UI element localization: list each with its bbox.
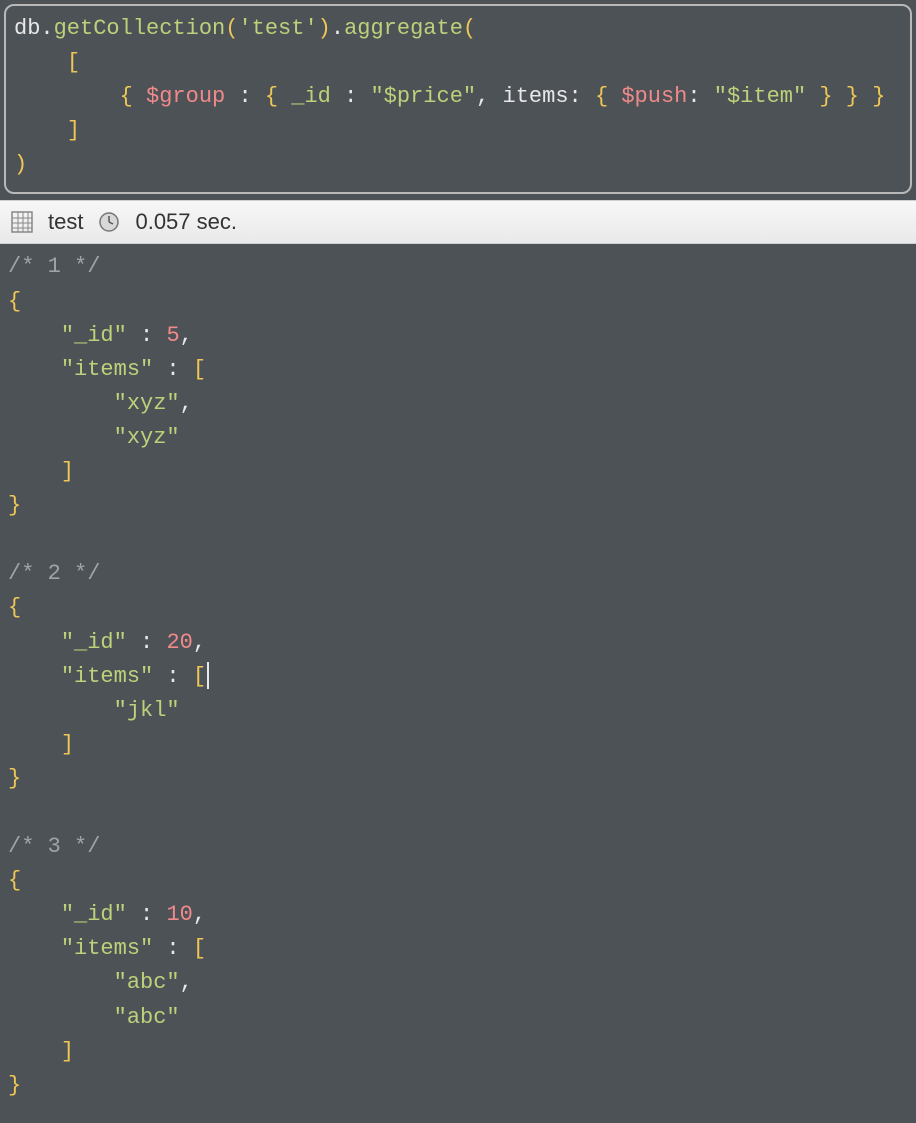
code-token: . xyxy=(331,16,344,41)
code-token: ) xyxy=(14,152,27,177)
code-token: } xyxy=(872,84,885,109)
bracket-open: [ xyxy=(193,357,206,382)
status-bar: test 0.057 sec. xyxy=(0,200,916,244)
brace-close: } xyxy=(8,493,21,518)
code-token xyxy=(278,84,291,109)
code-token xyxy=(701,84,714,109)
result-comment: /* 3 */ xyxy=(8,834,100,859)
result-key: "items" xyxy=(61,936,153,961)
code-token: : xyxy=(238,84,251,109)
code-token xyxy=(806,84,819,109)
result-key: "_id" xyxy=(61,902,127,927)
result-key: "_id" xyxy=(61,630,127,655)
clock-icon xyxy=(97,210,121,234)
code-token: : xyxy=(687,84,700,109)
code-token xyxy=(252,84,265,109)
collection-name: test xyxy=(48,209,83,235)
code-token: { xyxy=(265,84,278,109)
code-token xyxy=(582,84,595,109)
code-token xyxy=(859,84,872,109)
code-token: { xyxy=(120,84,133,109)
bracket-close: ] xyxy=(61,459,74,484)
code-token xyxy=(14,118,67,143)
code-token xyxy=(133,84,146,109)
result-item-value: "xyz" xyxy=(114,391,180,416)
code-token: 'test' xyxy=(238,16,317,41)
result-id-value: 5 xyxy=(166,323,179,348)
code-token xyxy=(833,84,846,109)
code-token: items xyxy=(503,84,569,109)
result-comment: /* 1 */ xyxy=(8,254,100,279)
code-token xyxy=(608,84,621,109)
code-token: { xyxy=(595,84,608,109)
code-token xyxy=(14,50,67,75)
brace-close: } xyxy=(8,766,21,791)
code-token xyxy=(331,84,344,109)
bracket-close: ] xyxy=(61,732,74,757)
query-editor[interactable]: db.getCollection('test').aggregate( [ { … xyxy=(4,4,912,194)
code-token: _id xyxy=(291,84,331,109)
bracket-close: ] xyxy=(61,1039,74,1064)
code-token: aggregate xyxy=(344,16,463,41)
brace-close: } xyxy=(8,1073,21,1098)
code-token: , xyxy=(476,84,489,109)
code-token xyxy=(14,84,120,109)
results-pane[interactable]: /* 1 */ { "_id" : 5, "items" : [ "xyz", … xyxy=(0,244,916,1122)
text-cursor xyxy=(207,662,209,688)
code-token: "$item" xyxy=(714,84,806,109)
code-token: ( xyxy=(225,16,238,41)
code-token: getCollection xyxy=(54,16,226,41)
result-key: "items" xyxy=(61,357,153,382)
code-token: $push xyxy=(621,84,687,109)
brace-open: { xyxy=(8,289,21,314)
brace-open: { xyxy=(8,868,21,893)
brace-open: { xyxy=(8,595,21,620)
result-item-value: "jkl" xyxy=(114,698,180,723)
code-token xyxy=(225,84,238,109)
bracket-open: [ xyxy=(193,664,206,689)
result-key: "items" xyxy=(61,664,153,689)
code-token: . xyxy=(40,16,53,41)
code-token: : xyxy=(569,84,582,109)
code-token: "$price" xyxy=(370,84,476,109)
code-token: } xyxy=(846,84,859,109)
result-item-value: "xyz" xyxy=(114,425,180,450)
execution-time: 0.057 sec. xyxy=(135,209,237,235)
grid-icon xyxy=(10,210,34,234)
code-token: ( xyxy=(463,16,476,41)
bracket-open: [ xyxy=(193,936,206,961)
result-id-value: 10 xyxy=(166,902,192,927)
result-item-value: "abc" xyxy=(114,1005,180,1030)
code-token: db xyxy=(14,16,40,41)
code-token xyxy=(489,84,502,109)
code-token: } xyxy=(819,84,832,109)
result-key: "_id" xyxy=(61,323,127,348)
result-item-value: "abc" xyxy=(114,970,180,995)
code-token xyxy=(357,84,370,109)
result-id-value: 20 xyxy=(166,630,192,655)
code-token: : xyxy=(344,84,357,109)
result-comment: /* 2 */ xyxy=(8,561,100,586)
code-token: $group xyxy=(146,84,225,109)
code-token: ) xyxy=(318,16,331,41)
code-token: ] xyxy=(67,118,80,143)
code-token: [ xyxy=(67,50,80,75)
